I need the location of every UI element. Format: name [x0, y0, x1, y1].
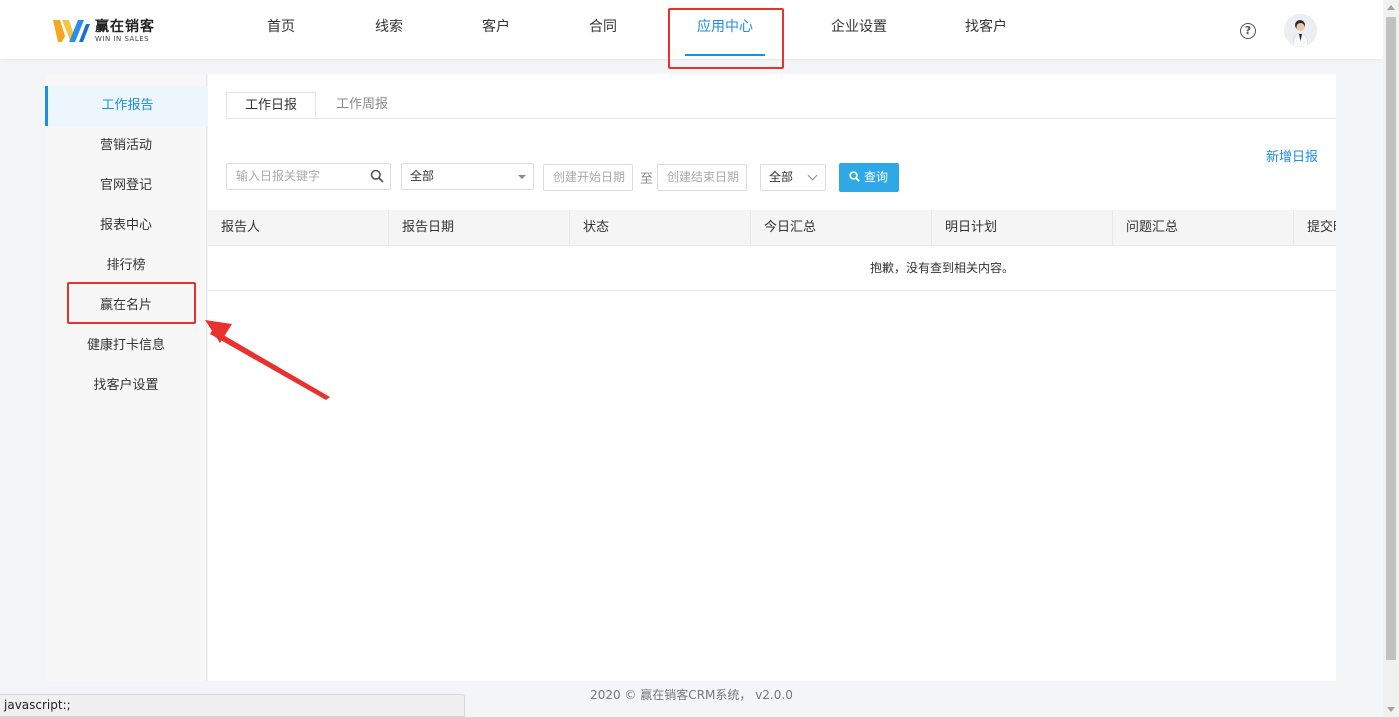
- nav-customers[interactable]: 客户: [461, 0, 531, 59]
- main-panel: 工作日报 工作周报 新增日报 输入日报关键字 全部 创建开始日期 至 创建结束日…: [208, 74, 1336, 681]
- sidebar: 工作报告 营销活动 官网登记 报表中心 排行榜 赢在名片 健康打卡信息 找客户设…: [45, 74, 207, 681]
- tab-daily-report[interactable]: 工作日报: [226, 92, 316, 119]
- scope-select[interactable]: 全部: [760, 164, 826, 191]
- scroll-up-icon[interactable]: [1387, 5, 1395, 10]
- table-header: 报告人 报告日期 状态 今日汇总 明日计划 问题汇总 提交时: [208, 210, 1336, 246]
- sidebar-item-report-center[interactable]: 报表中心: [45, 206, 207, 246]
- sidebar-item-health-checkin[interactable]: 健康打卡信息: [45, 326, 207, 366]
- logo-text-cn: 赢在销客: [95, 18, 155, 35]
- nav-find-customers[interactable]: 找客户: [950, 0, 1022, 59]
- logo[interactable]: 赢在销客 WIN IN SALES: [53, 17, 155, 45]
- scroll-down-icon[interactable]: [1387, 707, 1395, 712]
- sidebar-item-business-card[interactable]: 赢在名片: [45, 286, 207, 326]
- nav-enterprise-settings[interactable]: 企业设置: [816, 0, 902, 59]
- sidebar-item-work-report[interactable]: 工作报告: [45, 86, 207, 126]
- search-icon[interactable]: [370, 169, 384, 183]
- top-header: 赢在销客 WIN IN SALES 首页 线索 客户 合同 应用中心 企业设置 …: [0, 0, 1383, 59]
- column-tomorrow-plan[interactable]: 明日计划: [932, 210, 1113, 246]
- table-empty-row: 抱歉，没有查到相关内容。: [208, 246, 1336, 291]
- column-reporter[interactable]: 报告人: [208, 210, 389, 246]
- chevron-down-icon: [807, 170, 818, 181]
- query-button[interactable]: 查询: [839, 163, 899, 192]
- tab-weekly-report[interactable]: 工作周报: [318, 92, 406, 119]
- keyword-search-input[interactable]: 输入日报关键字: [226, 163, 391, 190]
- scrollbar-thumb[interactable]: [1386, 17, 1396, 660]
- column-submit-time[interactable]: 提交时: [1294, 210, 1336, 246]
- status-select[interactable]: 全部: [401, 163, 534, 190]
- nav-app-center-label: 应用中心: [697, 19, 753, 35]
- logo-text-en: WIN IN SALES: [95, 34, 150, 43]
- start-date-placeholder: 创建开始日期: [553, 170, 626, 184]
- logo-mark-icon: [53, 20, 90, 42]
- search-icon: [849, 171, 860, 182]
- keyword-search-placeholder: 输入日报关键字: [236, 169, 321, 183]
- vertical-scrollbar[interactable]: [1383, 0, 1399, 717]
- avatar[interactable]: [1284, 14, 1317, 47]
- scope-select-value: 全部: [769, 170, 794, 184]
- sidebar-item-find-customer-settings[interactable]: 找客户设置: [45, 366, 207, 406]
- sidebar-item-leaderboard[interactable]: 排行榜: [45, 246, 207, 286]
- browser-status-bar: javascript:;: [0, 694, 465, 717]
- caret-down-icon: [518, 175, 526, 179]
- sidebar-item-marketing[interactable]: 营销活动: [45, 126, 207, 166]
- column-issue-summary[interactable]: 问题汇总: [1113, 210, 1294, 246]
- nav-home[interactable]: 首页: [246, 0, 316, 59]
- status-select-value: 全部: [410, 169, 435, 183]
- tab-divider: [226, 118, 1336, 119]
- nav-contracts[interactable]: 合同: [568, 0, 638, 59]
- start-date-input[interactable]: 创建开始日期: [543, 164, 633, 191]
- query-button-label: 查询: [864, 170, 889, 184]
- column-status[interactable]: 状态: [570, 210, 751, 246]
- help-icon[interactable]: ?: [1240, 23, 1256, 39]
- sidebar-item-website-registration[interactable]: 官网登记: [45, 166, 207, 206]
- new-daily-report-link[interactable]: 新增日报: [1266, 146, 1318, 165]
- nav-app-center[interactable]: 应用中心: [670, 0, 780, 59]
- empty-message: 抱歉，没有查到相关内容。: [869, 261, 1014, 275]
- end-date-placeholder: 创建结束日期: [667, 170, 740, 184]
- annotation-arrow-icon: [205, 320, 330, 400]
- date-range-separator: 至: [640, 172, 654, 187]
- end-date-input[interactable]: 创建结束日期: [657, 164, 747, 191]
- nav-active-underline: [685, 54, 765, 56]
- column-report-date[interactable]: 报告日期: [389, 210, 570, 246]
- nav-leads[interactable]: 线索: [354, 0, 424, 59]
- column-today-summary[interactable]: 今日汇总: [751, 210, 932, 246]
- user-avatar-icon: [1284, 14, 1317, 47]
